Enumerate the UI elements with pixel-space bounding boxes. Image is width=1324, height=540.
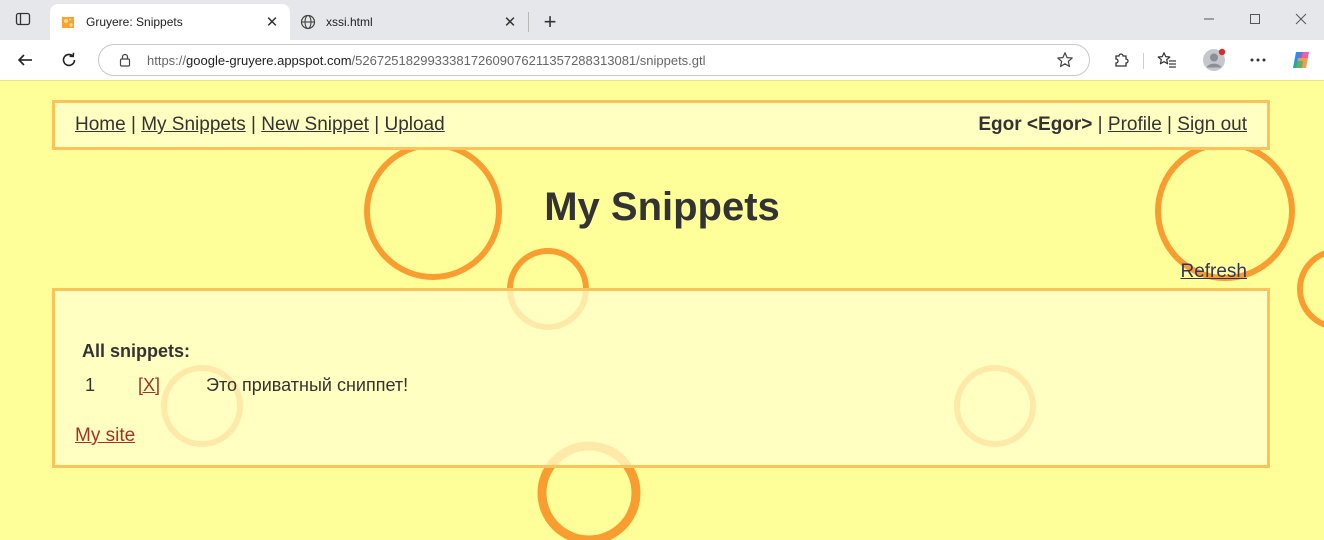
snippet-row: 1 [X] Это приватный сниппет!: [82, 375, 682, 397]
reload-icon: [62, 52, 76, 67]
profile-button[interactable]: [1199, 45, 1229, 75]
globe-icon: [300, 14, 316, 30]
decorative-bubble: [1297, 250, 1324, 328]
back-arrow-icon: [17, 54, 32, 66]
tab-title: xssi.html: [326, 15, 373, 29]
address-bar[interactable]: https://google-gruyere.appspot.com/52672…: [98, 44, 1090, 76]
my-site-link[interactable]: My site: [75, 425, 135, 447]
nav-separator: |: [368, 114, 385, 135]
toolbar-divider: [1143, 53, 1144, 69]
nav-separator: |: [1092, 114, 1108, 135]
copilot-icon: [1293, 52, 1309, 68]
settings-menu-button[interactable]: [1243, 45, 1273, 75]
nav-upload-link[interactable]: Upload: [384, 114, 444, 135]
close-tab-icon[interactable]: ✕: [264, 14, 280, 31]
new-tab-button[interactable]: +: [536, 8, 564, 36]
tab-strip: Gruyere: Snippets ✕ xssi.html ✕ +: [0, 0, 1324, 40]
url-host: google-gruyere.appspot.com: [186, 52, 352, 68]
browser-toolbar: https://google-gruyere.appspot.com/52672…: [0, 40, 1324, 80]
user-nav: Egor <Egor> | Profile | Sign out: [978, 114, 1247, 136]
reload-button[interactable]: [54, 45, 84, 75]
site-info-icon[interactable]: [117, 52, 133, 68]
page-title: My Snippets: [544, 185, 780, 229]
tab-actions-icon: [15, 11, 31, 32]
delete-snippet-link[interactable]: [X]: [138, 375, 160, 396]
nav-sign-out-link[interactable]: Sign out: [1177, 114, 1247, 135]
nav-new-snippet-link[interactable]: New Snippet: [261, 114, 369, 135]
nav-separator: |: [1161, 114, 1178, 135]
snippets-panel: All snippets: 1 [X] Это приватный сниппе…: [52, 288, 1270, 468]
all-snippets-heading: All snippets:: [82, 341, 191, 361]
nav-my-snippets-link[interactable]: My Snippets: [141, 114, 246, 135]
nav-separator: |: [125, 114, 142, 135]
url-text: https://google-gruyere.appspot.com/52672…: [147, 53, 1055, 68]
url-path: /526725182993338172609076211357288313081…: [351, 52, 706, 68]
tab-actions-button[interactable]: [8, 6, 38, 36]
nav-home-link[interactable]: Home: [75, 114, 126, 135]
gruyere-favicon: [60, 14, 76, 30]
page-content: Home | My Snippets | New Snippet | Uploa…: [0, 80, 1324, 540]
plus-icon: +: [543, 9, 557, 34]
snippet-index: 1: [85, 375, 96, 395]
top-menu-bar: Home | My Snippets | New Snippet | Uploa…: [52, 100, 1270, 150]
maximize-icon: [1250, 14, 1260, 24]
close-window-button[interactable]: [1278, 4, 1324, 34]
maximize-button[interactable]: [1232, 4, 1278, 34]
back-button[interactable]: [10, 45, 40, 75]
favorites-button[interactable]: [1152, 45, 1182, 75]
tab-gruyere-snippets[interactable]: Gruyere: Snippets ✕: [50, 4, 290, 40]
avatar-icon: [1203, 48, 1226, 71]
tab-xssi[interactable]: xssi.html ✕: [290, 4, 528, 40]
main-nav: Home | My Snippets | New Snippet | Uploa…: [75, 114, 445, 136]
close-icon: [1295, 13, 1307, 25]
minimize-icon: [1204, 18, 1214, 20]
url-scheme: https://: [147, 52, 187, 68]
snippet-text: Это приватный сниппет!: [206, 375, 409, 395]
close-tab-icon[interactable]: ✕: [502, 14, 518, 31]
puzzle-icon: [1115, 53, 1129, 67]
nav-profile-link[interactable]: Profile: [1108, 114, 1162, 135]
tab-divider: [528, 12, 529, 32]
tab-title: Gruyere: Snippets: [86, 15, 183, 29]
more-options-icon: [1250, 58, 1266, 62]
extensions-button[interactable]: [1106, 45, 1136, 75]
current-user-label: Egor <Egor>: [978, 114, 1093, 135]
nav-separator: |: [245, 114, 262, 135]
minimize-button[interactable]: [1186, 4, 1232, 34]
favorite-star-icon[interactable]: [1055, 50, 1075, 70]
copilot-button[interactable]: [1286, 45, 1316, 75]
favorites-list-icon: [1157, 52, 1176, 68]
refresh-link[interactable]: Refresh: [1180, 261, 1247, 283]
